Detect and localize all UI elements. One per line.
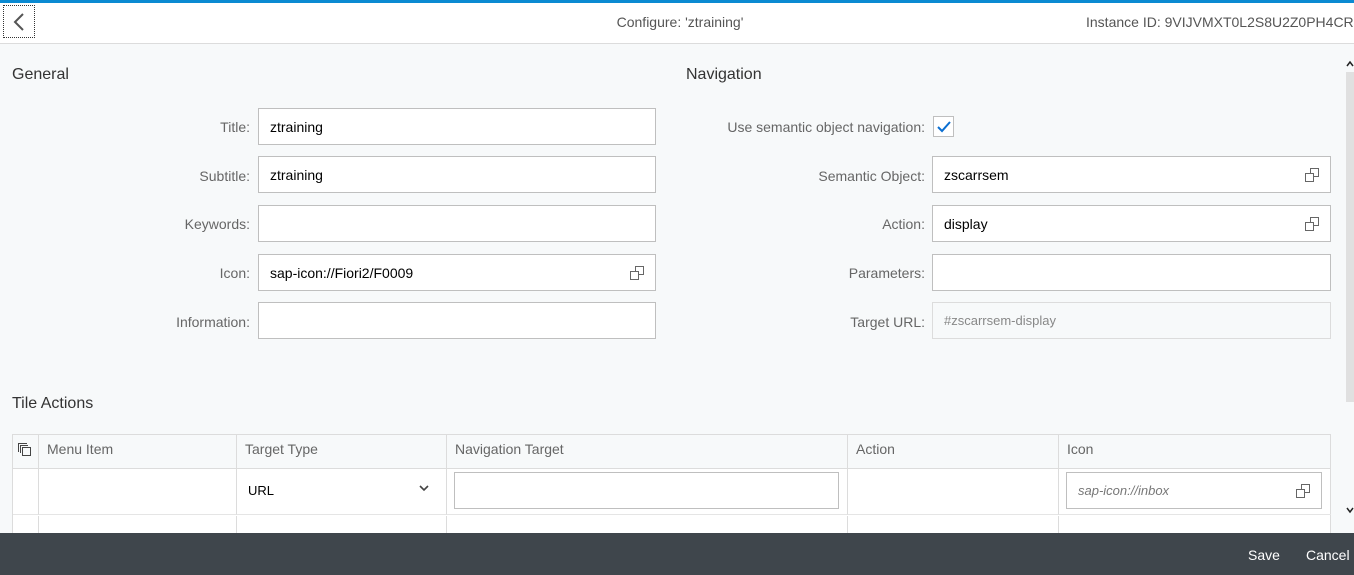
action-cell [848, 469, 1059, 515]
icon-value: sap-icon://Fiori2/F0009 [270, 264, 414, 281]
footer-bar: Save Cancel [0, 533, 1354, 575]
row-select-cell[interactable] [13, 469, 39, 515]
title-value: ztraining [270, 118, 323, 135]
row-icon-input[interactable]: sap-icon://inbox [1066, 472, 1322, 509]
value-help-icon[interactable] [1296, 484, 1310, 498]
save-button[interactable]: Save [1248, 547, 1280, 563]
use-semantic-checkbox[interactable] [933, 116, 954, 137]
chevron-down-icon [419, 485, 429, 492]
column-menu-item: Menu Item [39, 435, 237, 469]
value-help-icon[interactable] [1305, 168, 1319, 182]
semantic-object-value: zscarrsem [944, 166, 1009, 183]
column-icon: Icon [1067, 441, 1094, 457]
icon-label: Icon: [219, 265, 250, 281]
keywords-label: Keywords: [184, 216, 250, 232]
row-icon-placeholder: sap-icon://inbox [1078, 483, 1170, 498]
table-header: Menu Item Target Type Navigation Target … [13, 435, 1330, 469]
copy-icon [18, 443, 31, 456]
target-url-value: #zscarrsem-display [944, 313, 1056, 328]
information-label: Information: [176, 314, 250, 330]
subtitle-value: ztraining [270, 166, 323, 183]
column-action: Action [848, 435, 1059, 469]
parameters-input[interactable] [932, 254, 1331, 291]
page-header: Configure: 'ztraining' Instance ID: 9VIJ… [0, 3, 1354, 44]
parameters-label: Parameters: [848, 265, 925, 281]
target-url-field: #zscarrsem-display [932, 302, 1331, 339]
value-help-icon[interactable] [1305, 217, 1319, 231]
column-target-type: Target Type [237, 435, 447, 469]
information-input[interactable] [258, 302, 656, 339]
subtitle-input[interactable]: ztraining [258, 156, 656, 193]
navigation-section-title: Navigation [686, 66, 762, 83]
icon-input[interactable]: sap-icon://Fiori2/F0009 [258, 254, 656, 291]
vertical-scrollbar[interactable] [1346, 60, 1354, 520]
action-value: display [944, 215, 988, 232]
menu-item-cell[interactable] [39, 469, 237, 515]
scroll-down-icon[interactable] [1346, 506, 1354, 514]
scrollbar-thumb[interactable] [1346, 72, 1354, 402]
semantic-object-input[interactable]: zscarrsem [932, 156, 1331, 193]
semantic-object-label: Semantic Object: [818, 168, 925, 184]
action-label: Action: [882, 216, 925, 232]
tile-actions-title: Tile Actions [12, 395, 94, 412]
scroll-up-icon[interactable] [1346, 60, 1354, 68]
target-url-label: Target URL: [850, 314, 925, 330]
cancel-button[interactable]: Cancel [1306, 547, 1350, 563]
instance-id: Instance ID: 9VIJVMXT0L2S8U2Z0PH4CRN6Z [1086, 14, 1354, 30]
subtitle-label: Subtitle: [199, 168, 250, 184]
value-help-icon[interactable] [630, 266, 644, 280]
title-label: Title: [220, 119, 250, 135]
column-navigation-target: Navigation Target [447, 435, 848, 469]
keywords-input[interactable] [258, 205, 656, 242]
select-all-cell[interactable] [13, 435, 39, 469]
general-section-title: General [12, 66, 69, 83]
target-type-value: URL [248, 482, 275, 498]
action-input[interactable]: display [932, 205, 1331, 242]
title-input[interactable]: ztraining [258, 108, 656, 145]
use-semantic-label: Use semantic object navigation: [727, 119, 925, 135]
checkmark-icon [936, 120, 951, 132]
navigation-target-input[interactable] [454, 472, 839, 509]
target-type-select[interactable]: URL [237, 470, 439, 510]
